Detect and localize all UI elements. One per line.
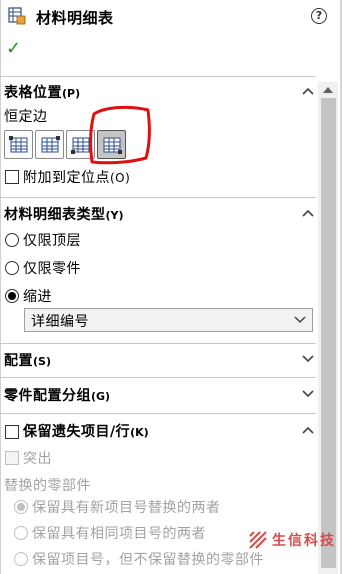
- watermark-logo: [249, 531, 267, 549]
- panel-left-border: [0, 0, 1, 574]
- keep-missing-checkbox[interactable]: [5, 425, 19, 439]
- chevron-up-icon[interactable]: [301, 425, 315, 435]
- help-icon[interactable]: ?: [311, 8, 327, 24]
- parts-only-radio[interactable]: [5, 261, 19, 275]
- numbering-select[interactable]: 详细编号: [24, 308, 313, 332]
- keep-number-only-radio[interactable]: [14, 552, 28, 566]
- ok-check-icon[interactable]: ✓: [6, 38, 21, 59]
- table-top-right-icon: [41, 136, 60, 153]
- scrollbar-thumb[interactable]: [321, 98, 336, 568]
- anchor-top-right-button[interactable]: [35, 130, 64, 159]
- section-divider: [0, 197, 316, 198]
- section-divider: [0, 377, 316, 378]
- keep-missing-title: 保留遗失项目/行: [23, 424, 131, 440]
- configurations-title: 配置: [4, 353, 33, 369]
- keep-both-new-number-label: 保留具有新项目号替换的两者: [32, 500, 221, 516]
- table-position-header[interactable]: 表格位置(P): [4, 82, 80, 102]
- table-top-left-icon: [9, 136, 28, 153]
- bom-type-key: (Y): [105, 209, 124, 222]
- keep-missing-key: (K): [130, 426, 149, 439]
- table-position-key: (P): [62, 87, 81, 100]
- configurations-header[interactable]: 配置(S): [4, 350, 51, 370]
- bom-table-icon: [8, 7, 26, 25]
- top-level-only-radio[interactable]: [5, 233, 19, 247]
- parts-only-label[interactable]: 仅限零件: [23, 258, 81, 278]
- part-config-grouping-key: (G): [91, 390, 111, 403]
- bom-type-title: 材料明细表类型: [4, 207, 106, 223]
- anchor-top-left-button[interactable]: [4, 130, 33, 159]
- watermark-text: 生信科技: [272, 533, 336, 549]
- red-highlight-annotation: [89, 105, 151, 165]
- section-divider: [0, 76, 316, 77]
- section-divider: [0, 413, 316, 414]
- bom-type-header[interactable]: 材料明细表类型(Y): [4, 204, 124, 224]
- attach-to-anchor-checkbox[interactable]: [5, 170, 19, 184]
- replaced-parts-label: 替换的零部件: [4, 478, 91, 494]
- scroll-up-arrow-icon[interactable]: [318, 82, 338, 98]
- attach-key: (O): [110, 171, 131, 185]
- attach-to-anchor-label[interactable]: 附加到定位点(O): [23, 167, 130, 187]
- keep-both-same-number-radio[interactable]: [14, 526, 28, 540]
- chevron-up-icon[interactable]: [301, 86, 315, 96]
- configurations-key: (S): [33, 355, 51, 368]
- panel-title: 材料明细表: [36, 9, 114, 27]
- chevron-down-icon[interactable]: [301, 353, 315, 363]
- part-config-grouping-title: 零件配置分组: [4, 388, 91, 404]
- indented-radio[interactable]: [5, 289, 19, 303]
- section-divider: [0, 343, 316, 344]
- keep-both-new-number-radio[interactable]: [14, 500, 28, 514]
- chevron-down-icon[interactable]: [301, 388, 315, 398]
- keep-both-same-number-label: 保留具有相同项目号的两者: [32, 526, 206, 542]
- keep-number-only-label: 保留项目号，但不保留替换的零部件: [32, 552, 264, 568]
- strikeout-checkbox[interactable]: [5, 451, 19, 465]
- attach-text: 附加到定位点: [23, 170, 110, 186]
- keep-missing-header[interactable]: 保留遗失项目/行(K): [23, 421, 149, 441]
- table-position-title: 表格位置: [4, 85, 62, 101]
- strikeout-label: 突出: [23, 451, 52, 467]
- chevron-up-icon[interactable]: [301, 208, 315, 218]
- anchor-label: 恒定边: [4, 109, 48, 125]
- indented-label[interactable]: 缩进: [23, 286, 52, 306]
- chevron-down-icon: [294, 316, 306, 324]
- part-config-grouping-header[interactable]: 零件配置分组(G): [4, 385, 110, 405]
- numbering-select-value: 详细编号: [31, 314, 89, 330]
- top-level-only-label[interactable]: 仅限顶层: [23, 230, 81, 250]
